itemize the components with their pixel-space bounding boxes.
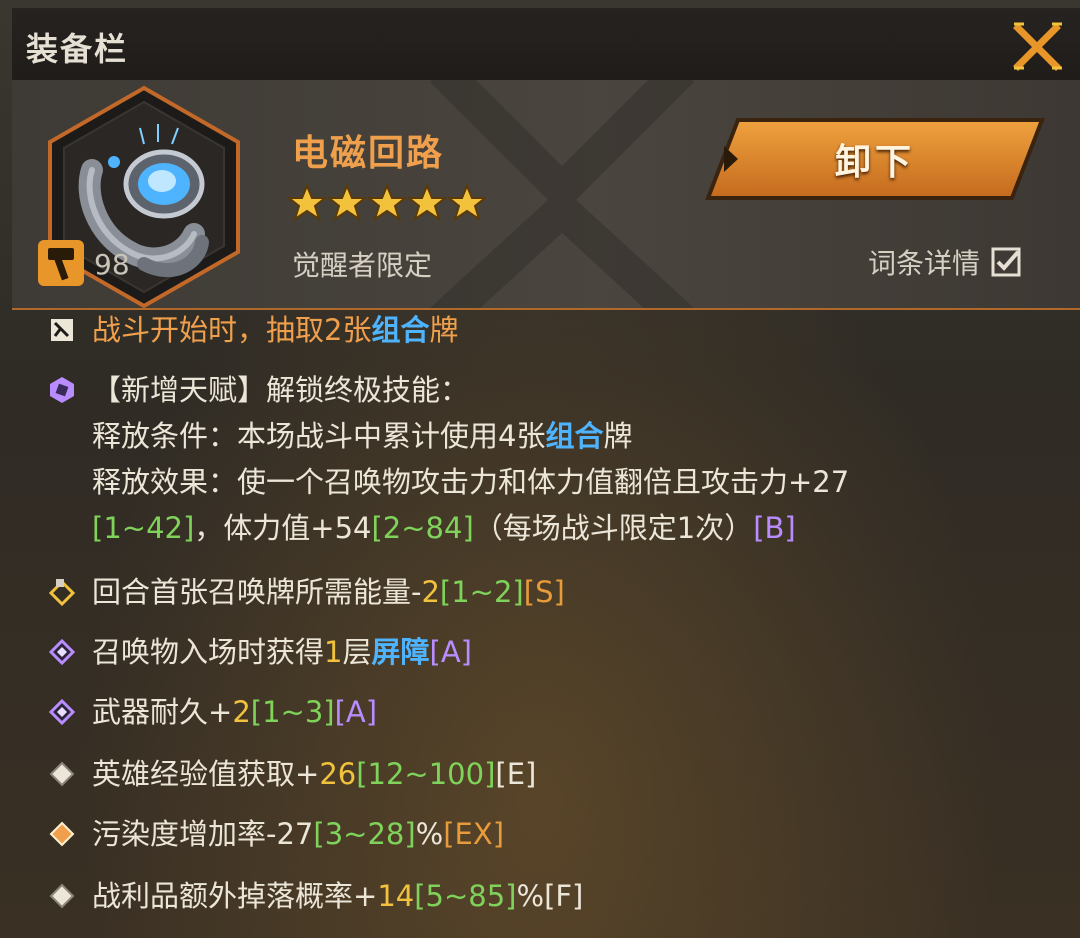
page-title: 装备栏 <box>26 30 129 68</box>
affix-text: （每场战斗限定1次） <box>473 511 754 545</box>
affix-text: [S] <box>523 575 565 609</box>
checkbox-icon[interactable] <box>990 246 1022 278</box>
affix-text: [B] <box>753 511 796 545</box>
affix-text: [EX] <box>443 817 505 851</box>
lock-diamond-icon <box>48 579 76 606</box>
affix-text: 召唤物入场时获得 <box>92 635 325 669</box>
affix-text: [A] <box>429 635 472 669</box>
affix-text: 战利品额外掉落概率+ <box>92 879 378 913</box>
star-icon <box>448 184 486 222</box>
affix-text: [A] <box>334 695 378 729</box>
affix-line: 【新增天赋】解锁终极技能： <box>92 370 469 410</box>
affix-text: 牌 <box>603 419 633 453</box>
affix-line: 回合首张召唤牌所需能量-2[1~2][S] <box>92 572 565 612</box>
affix-text: 武器耐久+ <box>92 695 233 729</box>
affix-text: 组合 <box>371 313 430 347</box>
affix-text: 英雄经验值获取+ <box>92 757 320 791</box>
card-icon <box>51 319 73 341</box>
affix-text: [1~3] <box>250 695 335 729</box>
affix-text: 【新增天赋】解锁终极技能： <box>92 373 470 407</box>
affix-list: 战斗开始时，抽取2张组合牌 【新增天赋】解锁终极技能： 释放条件：本场战斗中累计使用… <box>12 310 1080 938</box>
purple-hex-icon <box>50 377 74 403</box>
affix-line: 释放效果：使一个召唤物攻击力和体力值翻倍且攻击力+27 <box>92 462 849 502</box>
unequip-button[interactable]: 卸下 <box>704 116 1046 202</box>
item-name: 电磁回路 <box>292 133 445 174</box>
affix-text: % <box>415 817 444 851</box>
affix-text: 层 <box>342 635 372 669</box>
affix-text: ，体力值+54 <box>194 511 372 545</box>
header-bar: 装备栏 <box>12 8 1080 82</box>
star-icon <box>368 184 406 222</box>
affix-text: [12~100] <box>356 757 496 791</box>
affix-text: [2~84] <box>371 511 474 545</box>
affix-text: 回合首张召唤牌所需能量- <box>92 575 422 609</box>
affix-text: % <box>516 879 545 913</box>
affix-detail-label: 词条详情 <box>868 247 981 280</box>
affix-text: 2 <box>232 695 251 729</box>
close-icon <box>1013 22 1062 71</box>
affix-text: [1~42] <box>92 511 195 545</box>
hammer-icon <box>38 240 84 286</box>
close-button[interactable] <box>1010 18 1066 74</box>
affix-line: [1~42]，体力值+54[2~84]（每场战斗限定1次）[B] <box>92 508 796 548</box>
affix-text: [E] <box>495 757 537 791</box>
affix-text: [F] <box>544 879 584 913</box>
affix-text: 释放效果：使一个召唤物攻击力和体力值翻倍且攻击力+27 <box>92 465 850 499</box>
affix-text: 屏障 <box>371 635 430 669</box>
star-icon <box>328 184 366 222</box>
affix-text: 污染度增加率-27 <box>92 817 314 851</box>
affix-text: [5~85] <box>414 879 517 913</box>
affix-line: 污染度增加率-27[3~28]%[EX] <box>92 814 504 854</box>
item-level: 98 <box>94 248 130 281</box>
item-subtitle: 觉醒者限定 <box>292 249 433 282</box>
affix-text: 释放条件：本场战斗中累计使用4张 <box>92 419 546 453</box>
star-rating <box>288 184 486 224</box>
affix-text: 牌 <box>429 313 459 347</box>
affix-line: 战斗开始时，抽取2张组合牌 <box>92 310 458 350</box>
affix-line: 召唤物入场时获得1层屏障[A] <box>92 632 472 672</box>
star-icon <box>288 184 326 222</box>
affix-line: 英雄经验值获取+26[12~100][E] <box>92 754 536 794</box>
white-diamond-icon <box>49 883 75 909</box>
affix-line: 释放条件：本场战斗中累计使用4张组合牌 <box>92 416 632 456</box>
star-icon <box>408 184 446 222</box>
affix-line: 战利品额外掉落概率+14[5~85]%[F] <box>92 876 583 916</box>
affix-text: 1 <box>324 635 343 669</box>
affix-text: [1~2] <box>439 575 524 609</box>
orange-diamond-icon <box>49 821 75 847</box>
affix-text: 14 <box>377 879 415 913</box>
white-diamond-icon <box>49 761 75 787</box>
purple-diamond-icon <box>48 638 76 666</box>
affix-detail-toggle[interactable]: 词条详情 <box>868 242 1022 282</box>
affix-text: 组合 <box>545 419 604 453</box>
unequip-label: 卸下 <box>834 142 915 183</box>
affix-line: 武器耐久+2[1~3][A] <box>92 692 377 732</box>
affix-text: 战斗开始时，抽取2张 <box>92 313 372 347</box>
affix-text: 2 <box>421 575 440 609</box>
affix-text: 26 <box>319 757 357 791</box>
purple-diamond-icon <box>48 698 76 726</box>
affix-text: [3~28] <box>313 817 416 851</box>
